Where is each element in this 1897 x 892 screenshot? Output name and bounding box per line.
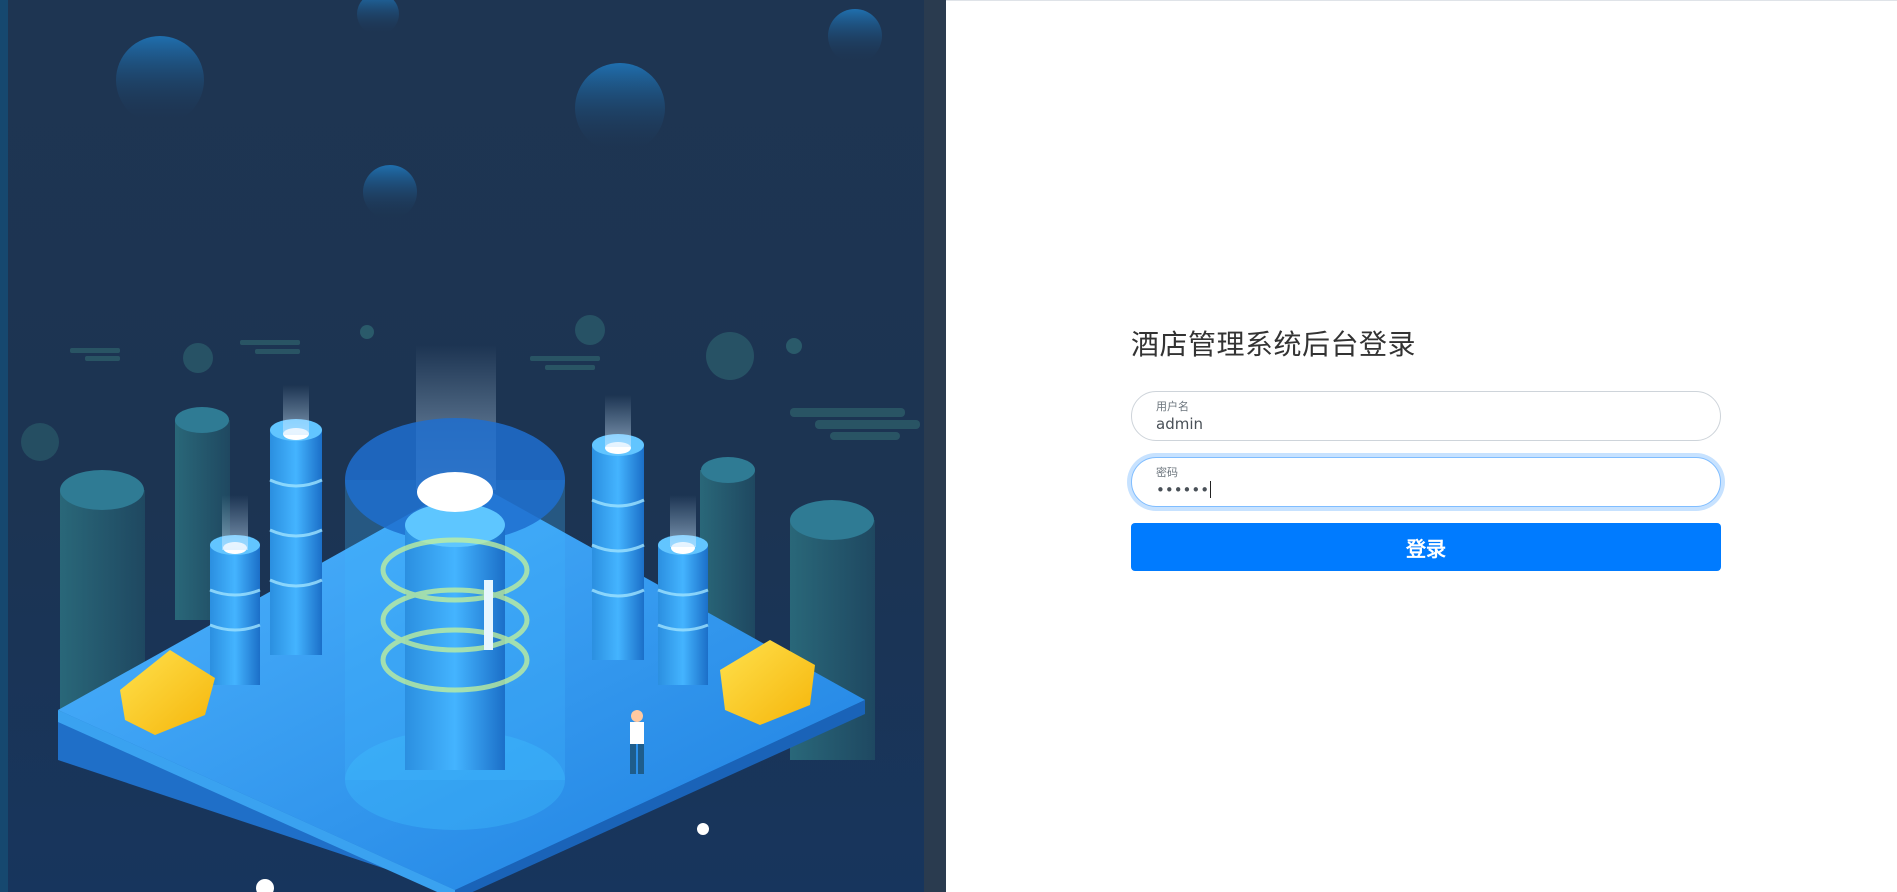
login-page: 酒店管理系统后台登录 用户名 admin 密码 •••••• 登录: [0, 0, 1897, 892]
hero-illustration: [21, 0, 920, 892]
page-title: 酒店管理系统后台登录: [1131, 328, 1417, 361]
login-form: 酒店管理系统后台登录 用户名 admin 密码 •••••• 登录: [1131, 321, 1721, 571]
password-field[interactable]: 密码 ••••••: [1131, 457, 1721, 507]
hero-panel: [0, 0, 946, 892]
login-panel: 酒店管理系统后台登录 用户名 admin 密码 •••••• 登录: [946, 0, 1897, 892]
password-value-wrap[interactable]: ••••••: [1156, 481, 1212, 499]
username-value[interactable]: admin: [1156, 415, 1203, 433]
text-caret: [1210, 481, 1212, 498]
password-value: ••••••: [1156, 481, 1210, 499]
username-label: 用户名: [1156, 400, 1189, 413]
username-field[interactable]: 用户名 admin: [1131, 391, 1721, 441]
password-label: 密码: [1156, 466, 1178, 479]
login-button[interactable]: 登录: [1131, 523, 1721, 571]
